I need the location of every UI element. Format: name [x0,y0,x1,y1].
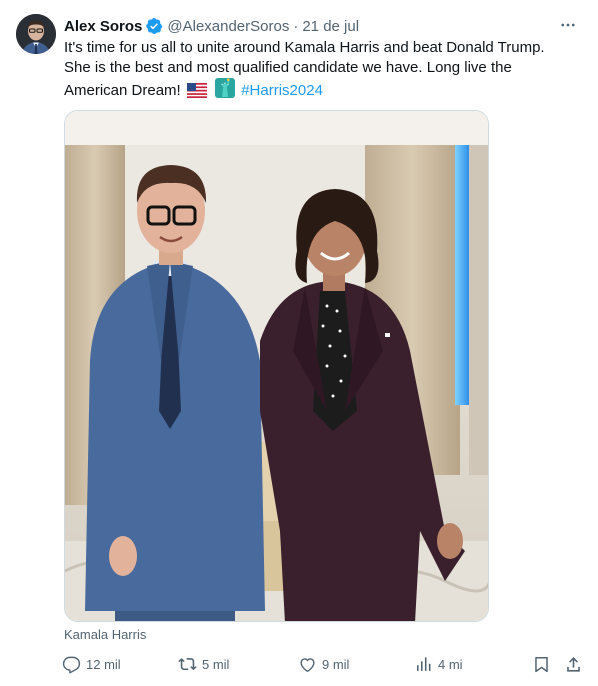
tweet-date[interactable]: 21 de jul [302,18,359,35]
repost-button[interactable]: 5 mil [178,652,229,676]
repost-count: 5 mil [202,656,230,672]
repost-icon [178,657,197,670]
action-bar: 12 mil 5 mil 9 mil 4 mi [58,652,588,676]
separator: · [293,17,299,35]
tweet-header: Alex Soros @AlexanderSoros · 21 de jul [64,15,582,37]
us-flag-emoji [186,83,207,104]
share-button[interactable] [564,652,588,676]
heart-icon [300,657,315,672]
avatar[interactable] [16,14,56,54]
like-button[interactable]: 9 mil [298,652,349,676]
tweet-photo[interactable] [64,110,489,622]
reply-count: 12 mil [86,656,121,672]
more-icon[interactable] [554,13,582,37]
photo-image [65,111,488,621]
bookmark-button[interactable] [532,652,556,676]
photo-caption[interactable]: Kamala Harris [64,627,146,642]
verified-badge-icon [145,17,163,35]
tweet[interactable]: Alex Soros @AlexanderSoros · 21 de jul I… [0,0,598,686]
bookmark-icon [535,656,548,672]
hashtag-link[interactable]: #Harris2024 [241,82,323,99]
tweet-text: It's time for us all to unite around Kam… [64,38,564,104]
author-handle[interactable]: @AlexanderSoros [167,18,289,35]
reply-button[interactable]: 12 mil [62,652,121,676]
avatar-image [16,14,56,54]
author-name[interactable]: Alex Soros [64,18,142,35]
like-count: 9 mil [322,656,350,672]
share-icon [567,656,580,672]
reply-icon [62,656,81,674]
views-icon [417,656,431,671]
views-button[interactable]: 4 mi [414,652,463,676]
statue-of-liberty-emoji [215,78,236,104]
views-count: 4 mi [438,656,463,672]
